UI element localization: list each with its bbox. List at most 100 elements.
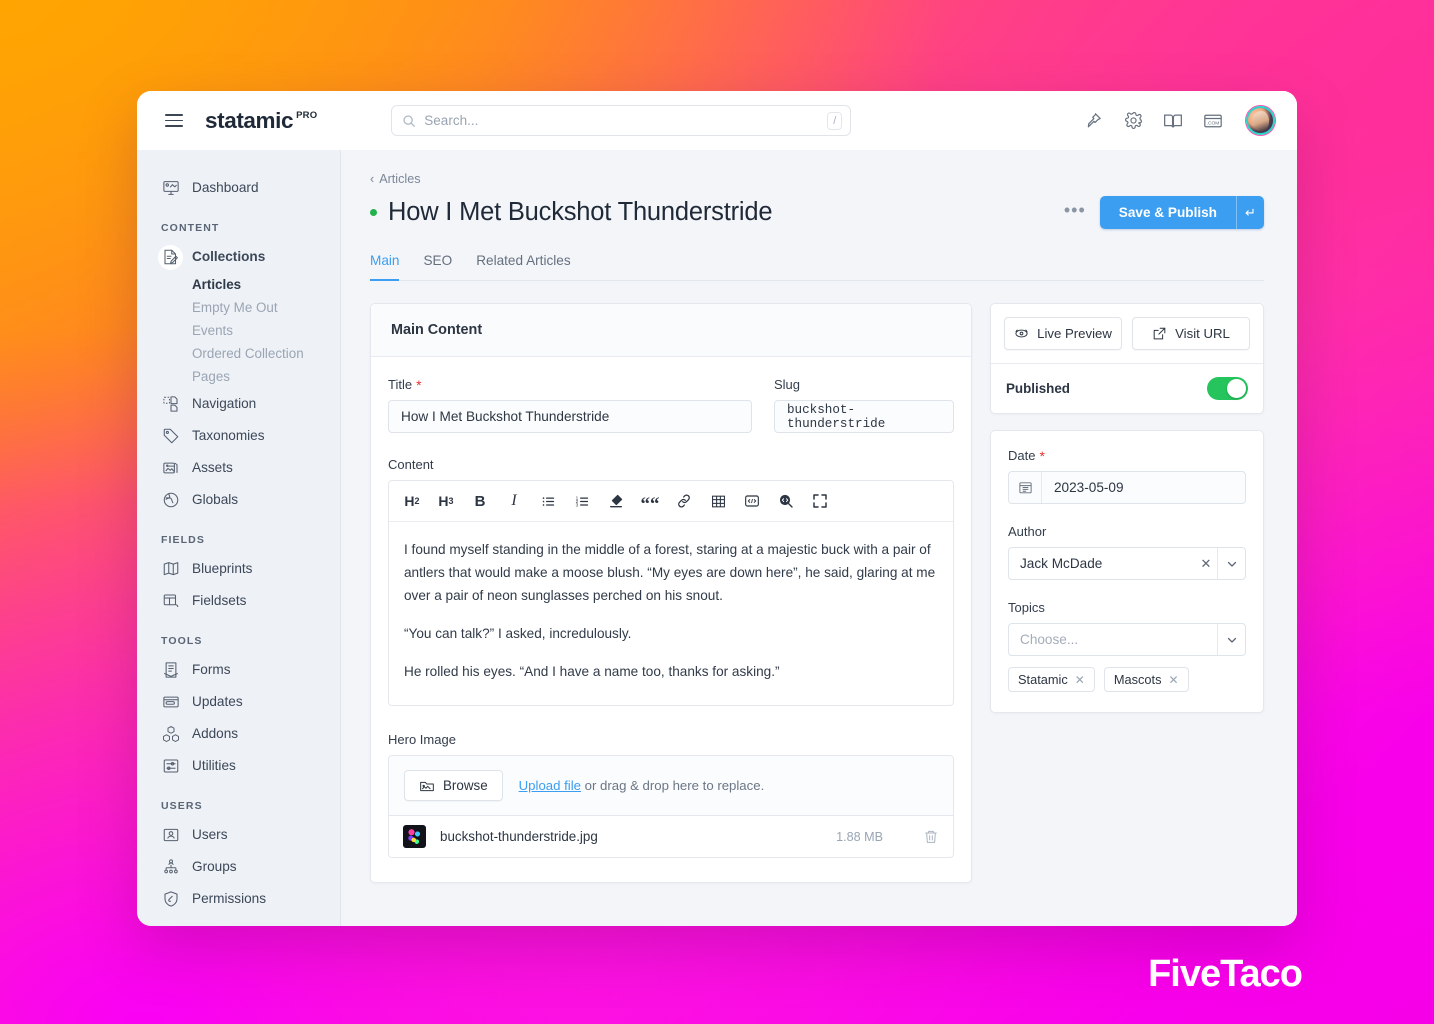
fullscreen-icon[interactable]	[809, 490, 831, 512]
search-icon	[402, 114, 416, 128]
sidebar-item-label: Taxonomies	[192, 428, 265, 443]
bullet-list-icon[interactable]	[537, 490, 559, 512]
save-and-publish-button[interactable]: Save & Publish	[1099, 196, 1236, 229]
sidebar-item-navigation[interactable]: Navigation	[137, 388, 340, 420]
published-toggle[interactable]	[1207, 377, 1248, 400]
editor-paragraph: He rolled his eyes. “And I have a name t…	[404, 664, 780, 679]
tab-seo[interactable]: SEO	[423, 253, 452, 280]
visit-url-button[interactable]: Visit URL	[1132, 317, 1250, 350]
brand-logo[interactable]: statamic PRO	[205, 108, 317, 134]
sidebar-item-groups[interactable]: Groups	[137, 851, 340, 883]
remove-tag-icon[interactable]: ✕	[1075, 673, 1085, 687]
topic-tag[interactable]: Statamic ✕	[1008, 667, 1095, 692]
visit-url-label: Visit URL	[1175, 326, 1230, 341]
book-icon[interactable]	[1162, 110, 1184, 132]
sidebar-item-label: Users	[192, 827, 228, 842]
side-column: Live Preview Visit URL Published Date * …	[990, 303, 1264, 883]
gear-icon[interactable]	[1122, 110, 1144, 132]
search-container: Search... /	[391, 105, 852, 136]
bold-icon[interactable]: B	[469, 490, 491, 512]
sidebar-subitem-empty-me-out[interactable]: Empty Me Out	[137, 296, 340, 319]
navigation-icon	[161, 395, 180, 414]
rich-text-editor: H2 H3 B I 1 2 3 ““ I found myself standi…	[388, 480, 954, 706]
folder-image-icon	[419, 778, 435, 794]
live-preview-button[interactable]: Live Preview	[1004, 317, 1122, 350]
file-size: 1.88 MB	[836, 829, 883, 844]
sidebar-item-label: Fieldsets	[192, 593, 247, 608]
title-input[interactable]: How I Met Buckshot Thunderstride	[388, 400, 752, 433]
slug-field: Slug buckshot-thunderstride	[774, 377, 954, 433]
ordered-list-icon[interactable]: 1 2 3	[571, 490, 593, 512]
chevron-down-icon[interactable]	[1217, 548, 1245, 579]
breadcrumb[interactable]: ‹ Articles	[370, 172, 1264, 186]
blockquote-icon[interactable]: ““	[639, 490, 661, 514]
inline-code-icon[interactable]	[775, 490, 797, 512]
publish-card: Live Preview Visit URL Published	[990, 303, 1264, 414]
save-button-group: Save & Publish ↵	[1099, 196, 1264, 229]
date-input[interactable]: 2023-05-09	[1008, 471, 1246, 504]
pin-icon[interactable]	[1082, 110, 1104, 132]
page-title: How I Met Buckshot Thunderstride	[388, 198, 773, 226]
sidebar-item-assets[interactable]: Assets	[137, 452, 340, 484]
topic-tag[interactable]: Mascots ✕	[1103, 667, 1189, 692]
sidebar-item-dashboard[interactable]: Dashboard	[137, 172, 340, 204]
browse-button[interactable]: Browse	[404, 770, 503, 801]
code-block-icon[interactable]	[741, 490, 763, 512]
sidebar-item-users[interactable]: Users	[137, 819, 340, 851]
sidebar-subitem-pages[interactable]: Pages	[137, 365, 340, 388]
site-com-icon[interactable]: .COM	[1202, 110, 1224, 132]
delete-icon[interactable]	[923, 829, 939, 845]
sidebar-item-taxonomies[interactable]: Taxonomies	[137, 420, 340, 452]
avatar[interactable]	[1246, 106, 1275, 135]
main-content-card-header: Main Content	[371, 304, 971, 357]
search-input[interactable]: Search...	[391, 105, 852, 136]
chevron-down-icon[interactable]	[1217, 624, 1245, 655]
sidebar-subitem-articles[interactable]: Articles	[137, 273, 340, 296]
tab-related-articles[interactable]: Related Articles	[476, 253, 570, 280]
main-content-card-body: Title * How I Met Buckshot Thunderstride…	[371, 357, 971, 882]
utilities-icon	[161, 757, 180, 776]
watermark: FiveTaco	[1148, 953, 1303, 995]
sidebar-item-globals[interactable]: Globals	[137, 484, 340, 516]
permissions-icon	[161, 890, 180, 909]
upload-file-link[interactable]: Upload file	[519, 778, 581, 793]
sidebar-item-utilities[interactable]: Utilities	[137, 750, 340, 782]
sidebar-item-addons[interactable]: Addons	[137, 718, 340, 750]
table-icon[interactable]	[707, 490, 729, 512]
save-options-icon[interactable]: ↵	[1236, 196, 1264, 229]
sidebar-item-forms[interactable]: Forms	[137, 654, 340, 686]
clear-icon[interactable]: ✕	[1195, 548, 1217, 579]
sidebar-item-updates[interactable]: Updates	[137, 686, 340, 718]
file-drop-zone[interactable]: Browse Upload file or drag & drop here t…	[388, 755, 954, 816]
sidebar-item-permissions[interactable]: Permissions	[137, 883, 340, 915]
topics-select[interactable]: Choose...	[1008, 623, 1246, 656]
italic-icon[interactable]: I	[503, 490, 525, 512]
sidebar-item-blueprints[interactable]: Blueprints	[137, 553, 340, 585]
content-label-text: Content	[388, 457, 434, 472]
meta-card: Date * 2023-05-09 Author Jack McDade ✕ T…	[990, 430, 1264, 713]
editor-content[interactable]: I found myself standing in the middle of…	[389, 522, 953, 705]
menu-toggle-icon[interactable]	[165, 114, 183, 127]
title-slug-row: Title * How I Met Buckshot Thunderstride…	[388, 377, 954, 433]
tab-main[interactable]: Main	[370, 253, 400, 281]
chevron-left-icon: ‹	[370, 172, 375, 186]
content-area: ‹ Articles How I Met Buckshot Thunderstr…	[341, 150, 1297, 926]
drop-hint-text: or drag & drop here to replace.	[580, 778, 765, 793]
addons-icon	[161, 725, 180, 744]
remove-tag-icon[interactable]: ✕	[1169, 673, 1179, 687]
more-actions-button[interactable]: •••	[1064, 201, 1086, 221]
author-select[interactable]: Jack McDade ✕	[1008, 547, 1246, 580]
heading-3-icon[interactable]: H3	[435, 490, 457, 512]
heading-2-icon[interactable]: H2	[401, 490, 423, 512]
slug-input[interactable]: buckshot-thunderstride	[774, 400, 954, 433]
eraser-icon[interactable]	[605, 490, 627, 512]
top-bar: statamic PRO Search... / .COM	[137, 91, 1297, 150]
title-field-label: Title *	[388, 377, 752, 392]
sidebar-item-label: Updates	[192, 694, 243, 709]
sidebar-subitem-ordered-collection[interactable]: Ordered Collection	[137, 342, 340, 365]
link-icon[interactable]	[673, 490, 695, 512]
content-field-label: Content	[388, 457, 954, 472]
sidebar-subitem-events[interactable]: Events	[137, 319, 340, 342]
sidebar-item-fieldsets[interactable]: Fieldsets	[137, 585, 340, 617]
sidebar-item-collections[interactable]: Collections	[137, 241, 340, 273]
